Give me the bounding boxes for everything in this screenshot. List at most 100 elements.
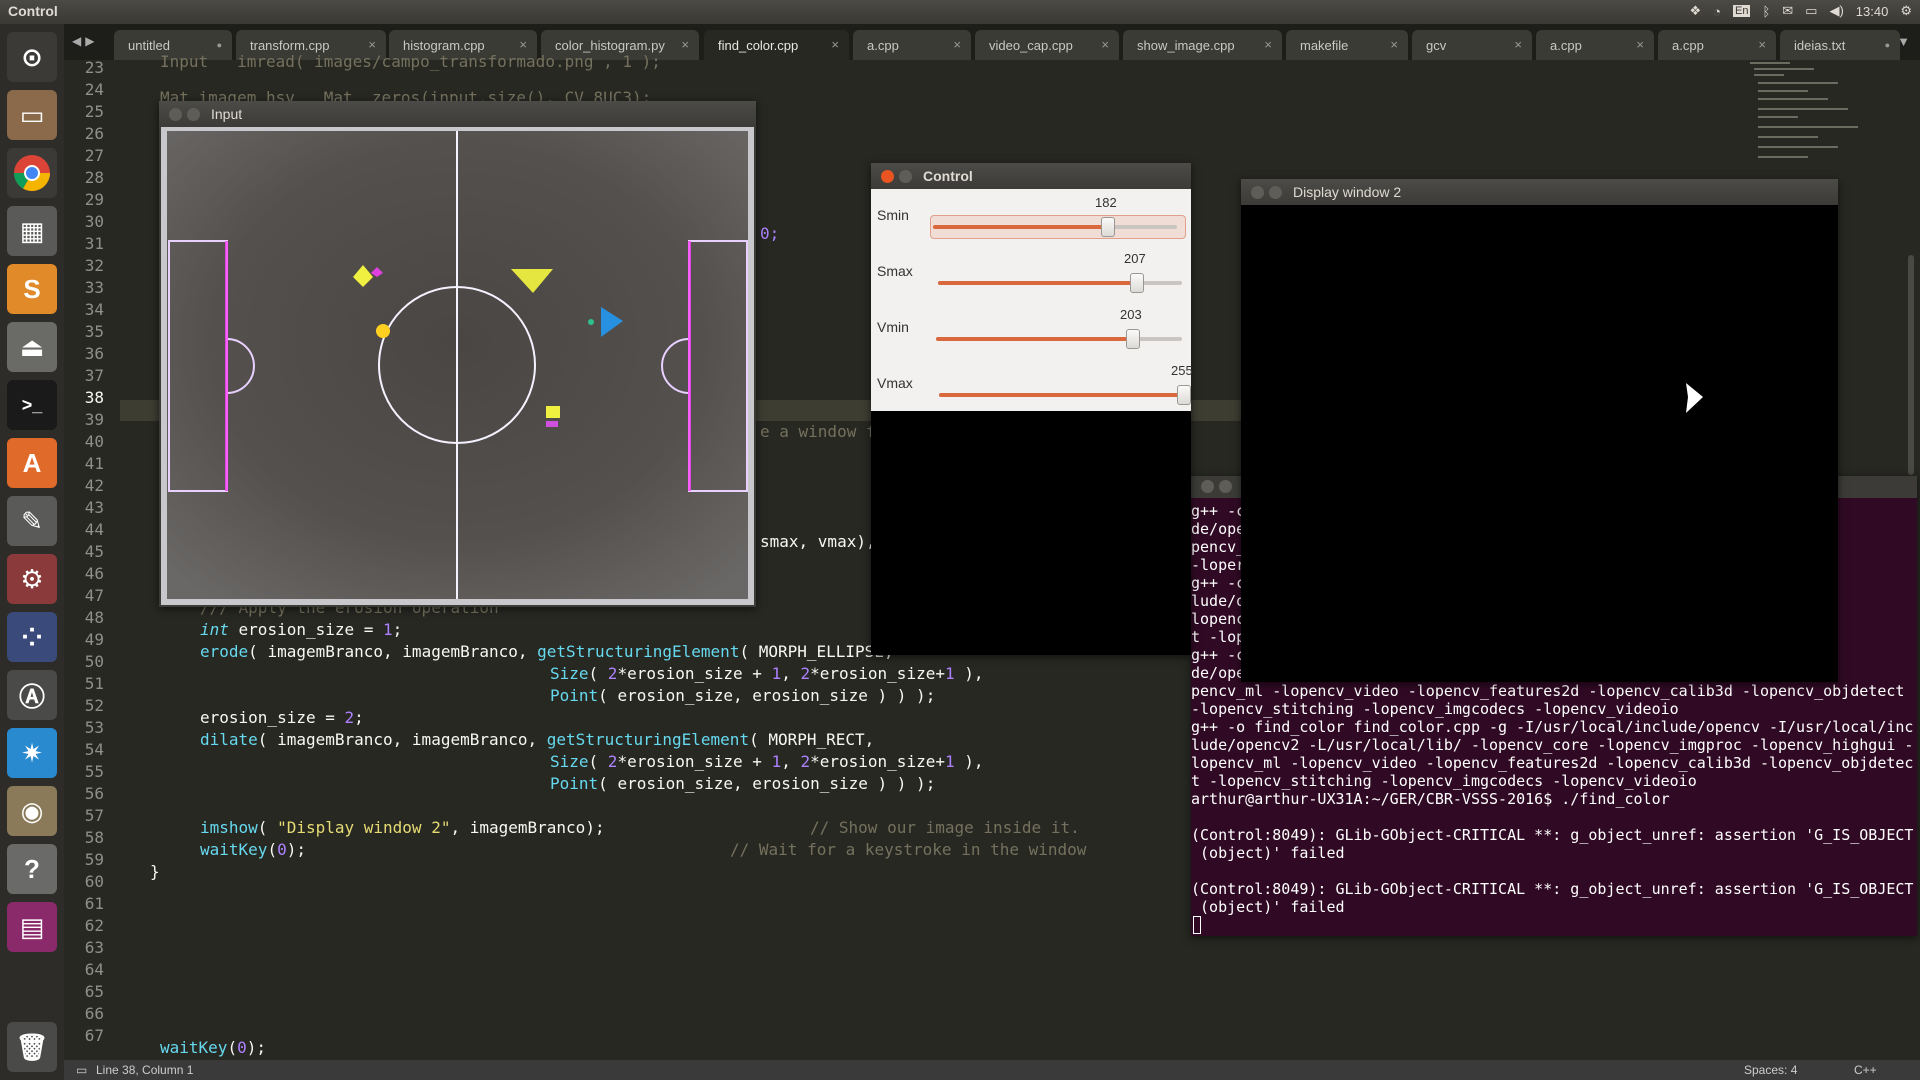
tab-12[interactable]: a.cpp × <box>1658 30 1776 60</box>
wifi-icon[interactable]: ◔ <box>1713 4 1721 19</box>
terminal-icon[interactable]: >_ <box>7 380 57 430</box>
slider-value-vmax: 255 <box>1171 363 1193 378</box>
xsplash-icon[interactable]: ✷ <box>7 728 57 778</box>
code-line-57-comment: // Show our image inside it. <box>810 818 1080 837</box>
slider-handle-smin[interactable] <box>1101 217 1115 237</box>
tab-6[interactable]: a.cpp × <box>853 30 971 60</box>
close-icon[interactable]: × <box>1101 37 1109 52</box>
line-number: 43 <box>84 498 104 517</box>
mail-icon[interactable]: ✉ <box>1782 3 1793 19</box>
code-line-52: erosion_size = 2; <box>200 708 364 727</box>
line-number: 66 <box>84 1004 104 1023</box>
close-icon[interactable] <box>1251 186 1264 199</box>
clock[interactable]: 13:40 <box>1856 4 1889 19</box>
close-icon[interactable]: × <box>831 37 839 52</box>
files-icon[interactable]: ▭ <box>7 90 57 140</box>
slider-handle-smax[interactable] <box>1130 273 1144 293</box>
tab-label: histogram.cpp <box>403 38 485 53</box>
workspace-switcher-icon[interactable]: ▤ <box>7 902 57 952</box>
code-line-49: erode( imagemBranco, imagemBranco, getSt… <box>200 642 894 661</box>
sublime-text-icon[interactable]: S <box>7 264 57 314</box>
editor-scrollbar[interactable] <box>1908 255 1914 475</box>
bluetooth-icon[interactable]: ᛒ <box>1762 4 1770 19</box>
unsaved-dot-icon[interactable]: ● <box>1885 40 1890 50</box>
slider-handle-vmin[interactable] <box>1126 329 1140 349</box>
software-updater-icon[interactable]: Ⓐ <box>7 670 57 720</box>
panel-toggle-icon[interactable]: ▭ <box>76 1063 87 1077</box>
minimize-icon[interactable] <box>187 108 200 121</box>
help-icon[interactable]: ? <box>7 844 57 894</box>
line-number: 25 <box>84 102 104 121</box>
line-number: 49 <box>84 630 104 649</box>
slider-handle-vmax[interactable] <box>1177 385 1191 405</box>
tab-13[interactable]: ideias.txt ● <box>1780 30 1900 60</box>
close-icon[interactable]: × <box>681 37 689 52</box>
tab-8[interactable]: show_image.cpp × <box>1123 30 1282 60</box>
code-line-51: Point( erosion_size, erosion_size ) ) ); <box>550 686 936 705</box>
disk-utility-icon[interactable]: ◉ <box>7 786 57 836</box>
close-icon[interactable]: × <box>519 37 527 52</box>
input-window-title: Input <box>211 106 243 122</box>
close-icon[interactable] <box>1201 480 1214 493</box>
trash-icon[interactable]: 🗑 <box>7 1022 57 1072</box>
slider-fill-vmin <box>936 337 1132 341</box>
input-window-titlebar[interactable]: Input <box>159 101 756 127</box>
close-icon[interactable]: × <box>368 37 376 52</box>
minimize-icon[interactable] <box>1269 186 1282 199</box>
battery-icon[interactable]: ▭ <box>1805 3 1817 19</box>
usb-creator-icon[interactable]: ⏏ <box>7 322 57 372</box>
indentation-setting[interactable]: Spaces: 4 <box>1744 1063 1797 1077</box>
close-icon[interactable] <box>169 108 182 121</box>
tab-label: video_cap.cpp <box>989 38 1073 53</box>
terminal-cursor <box>1193 916 1201 934</box>
code-line-58: waitKey(0); <box>200 840 306 859</box>
dash-home-icon[interactable]: ⊙ <box>7 32 57 82</box>
code-line-57: imshow( "Display window 2", imagemBranco… <box>200 818 605 837</box>
close-icon[interactable]: × <box>1758 37 1766 52</box>
close-icon[interactable]: × <box>1390 37 1398 52</box>
keyboard-layout-indicator[interactable]: En <box>1732 5 1751 17</box>
unsaved-dot-icon[interactable]: ● <box>217 40 222 50</box>
tab-label: untitled <box>128 38 170 53</box>
network-tool-icon[interactable]: ⁘ <box>7 612 57 662</box>
text-editor-icon[interactable]: ✎ <box>7 496 57 546</box>
tab-scroll-arrows-icon[interactable]: ◀▶ <box>72 34 98 48</box>
window-title: Control <box>8 3 58 19</box>
close-icon[interactable] <box>881 170 894 183</box>
terminal-line: (object)' failed <box>1191 898 1345 916</box>
slider-fill-smax <box>938 281 1136 285</box>
input-window[interactable]: Input <box>159 101 756 607</box>
tab-9[interactable]: makefile × <box>1286 30 1408 60</box>
code-minimap[interactable] <box>1750 60 1870 180</box>
minimize-icon[interactable] <box>1219 480 1232 493</box>
line-number: 46 <box>84 564 104 583</box>
tab-10[interactable]: gcv × <box>1412 30 1532 60</box>
calculator-icon[interactable]: ▦ <box>7 206 57 256</box>
volume-icon[interactable]: ◀) <box>1829 3 1843 19</box>
line-number: 67 <box>84 1026 104 1045</box>
dropbox-icon[interactable]: ❖ <box>1689 3 1701 19</box>
display-window-2[interactable]: Display window 2 <box>1241 179 1838 682</box>
close-icon[interactable]: × <box>1636 37 1644 52</box>
terminal-line: (Control:8049): GLib-GObject-CRITICAL **… <box>1191 880 1914 898</box>
syntax-selector[interactable]: C++ <box>1854 1063 1877 1077</box>
close-icon[interactable]: × <box>953 37 961 52</box>
tab-11[interactable]: a.cpp × <box>1536 30 1654 60</box>
close-icon[interactable]: × <box>1264 37 1272 52</box>
tab-label: a.cpp <box>1550 38 1582 53</box>
settings-gear-icon[interactable]: ⚙ <box>1900 3 1912 19</box>
tab-7[interactable]: video_cap.cpp × <box>975 30 1119 60</box>
system-settings-icon[interactable]: ⚙ <box>7 554 57 604</box>
display-window-title: Display window 2 <box>1293 184 1402 200</box>
software-center-icon[interactable]: A <box>7 438 57 488</box>
chrome-icon[interactable] <box>7 148 57 198</box>
close-icon[interactable]: × <box>1514 37 1522 52</box>
tab-list-chevron-icon[interactable]: ▼ <box>1897 34 1910 49</box>
launcher: ⊙ ▭ ▦ S ⏏ >_ A ✎ ⚙ ⁘ Ⓐ ✷ ◉ ? ▤ 🗑 <box>0 24 65 1080</box>
tab-5[interactable]: find_color.cpp × <box>704 30 849 60</box>
control-window-titlebar[interactable]: Control <box>871 163 1191 189</box>
control-window[interactable]: Control Smin 182 Smax 207 Vmin 203 Vmax 255 <box>871 163 1193 655</box>
display-window-titlebar[interactable]: Display window 2 <box>1241 179 1838 205</box>
minimize-icon[interactable] <box>899 170 912 183</box>
tab-label: transform.cpp <box>250 38 330 53</box>
